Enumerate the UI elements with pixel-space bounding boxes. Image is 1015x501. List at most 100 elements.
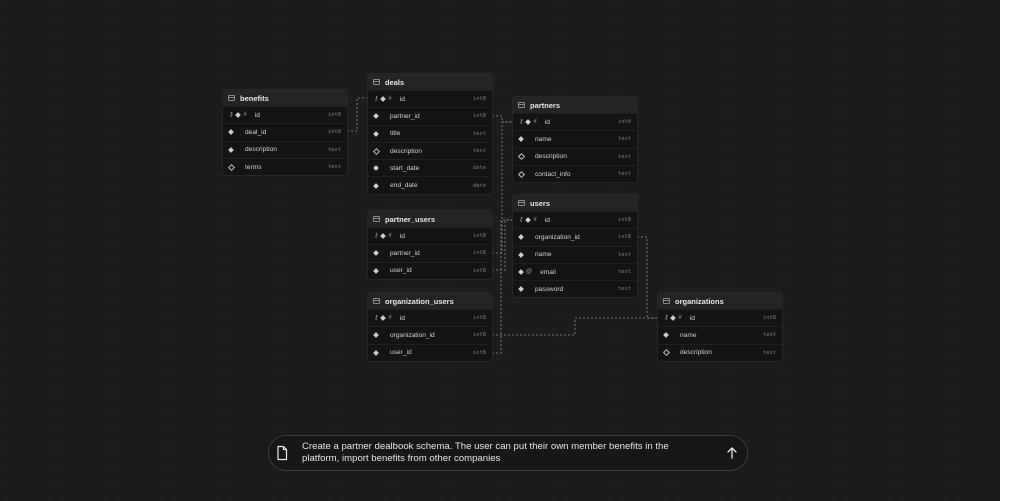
key-icon: ⚷: [229, 112, 234, 119]
column-row[interactable]: user_id int8: [368, 343, 492, 361]
column-row[interactable]: ⚷ # id int8: [513, 113, 637, 130]
non-null-icon: [525, 217, 532, 223]
column-name: id: [399, 314, 405, 322]
table-organization-users[interactable]: organization_users ⚷ # id int8 organization_i…: [367, 292, 493, 362]
column-row[interactable]: title text: [368, 124, 492, 142]
column-row[interactable]: name text: [513, 130, 637, 147]
column-icons: [518, 251, 527, 258]
column-row[interactable]: terms text: [223, 157, 347, 175]
hash-icon: #: [678, 315, 682, 322]
column-row[interactable]: start_date date: [368, 159, 492, 176]
column-row[interactable]: ⚷ # id int8: [368, 90, 492, 107]
column-type: int8: [473, 233, 486, 240]
prompt-text[interactable]: Create a partner dealbook schema. The us…: [302, 441, 723, 466]
column-row[interactable]: organization_id int8: [368, 326, 492, 343]
hash-icon: #: [243, 112, 247, 119]
table-organizations[interactable]: organizations ⚷ # id int8 name text description…: [657, 292, 783, 362]
column-row[interactable]: ⚷ # id int8: [513, 211, 637, 228]
column-icons: [517, 153, 527, 161]
column-row[interactable]: ⚷ # id int8: [368, 227, 492, 244]
column-name: organization_id: [390, 331, 435, 339]
table-partner-users[interactable]: partner_users ⚷ # id int8 partner_id int8 user_…: [367, 210, 493, 280]
column-row[interactable]: contact_info text: [513, 164, 637, 182]
prompt-line-2: platform, import benefits from other com…: [302, 453, 501, 464]
hash-icon: #: [533, 119, 537, 126]
table-title: organization_users: [385, 296, 454, 306]
column-icons: [373, 165, 382, 172]
column-icons: @: [518, 269, 532, 275]
table-header[interactable]: users: [513, 195, 637, 211]
table-partners[interactable]: partners ⚷ # id int8 name text description text c…: [512, 96, 638, 184]
table-header[interactable]: organization_users: [368, 293, 492, 309]
non-null-icon: [380, 233, 387, 239]
column-row[interactable]: ⚷ # id int8: [368, 309, 492, 326]
non-null-icon: [373, 349, 379, 356]
table-header[interactable]: partners: [513, 97, 637, 113]
column-row[interactable]: @ email text: [513, 262, 637, 280]
column-row[interactable]: description text: [658, 343, 782, 361]
column-icons: ⚷ #: [374, 315, 392, 321]
column-row[interactable]: description text: [513, 147, 637, 165]
table-title: users: [530, 198, 551, 208]
relation-users-organizations: [637, 236, 657, 319]
column-row[interactable]: deal_id int8: [223, 123, 347, 140]
non-null-icon: [518, 136, 524, 143]
non-null-icon: [228, 129, 234, 136]
arrow-up-icon[interactable]: [723, 444, 741, 462]
column-name: organization_id: [535, 233, 580, 241]
key-icon: ⚷: [519, 217, 524, 224]
key-icon: ⚷: [374, 315, 379, 322]
column-row[interactable]: partner_id int8: [368, 244, 492, 261]
column-type: text: [618, 286, 631, 293]
prompt-bar[interactable]: Create a partner dealbook schema. The us…: [268, 435, 748, 471]
non-null-icon: [373, 332, 379, 339]
non-null-icon: [518, 234, 524, 241]
schema-canvas[interactable]: benefits ⚷ # id int8 deal_id int8 description te…: [0, 0, 1000, 501]
table-users[interactable]: users ⚷ # id int8 organization_id int8 name text…: [512, 194, 638, 299]
column-name: end_date: [390, 182, 418, 190]
key-icon: ⚷: [519, 119, 524, 126]
key-icon: ⚷: [664, 315, 669, 322]
column-icons: [228, 129, 237, 136]
column-row[interactable]: end_date date: [368, 176, 492, 193]
column-icons: [228, 146, 237, 153]
column-type: date: [473, 182, 486, 189]
table-title: partners: [530, 100, 561, 110]
column-row[interactable]: partner_id int8: [368, 107, 492, 124]
column-name: title: [390, 130, 401, 138]
column-icons: [373, 267, 382, 274]
column-row[interactable]: description text: [368, 141, 492, 159]
nullable-icon: [227, 163, 236, 171]
column-type: date: [473, 165, 486, 172]
relation-partnerusers-partners: [492, 121, 512, 254]
column-name: id: [544, 216, 550, 224]
column-row[interactable]: description text: [223, 140, 347, 158]
table-header[interactable]: benefits: [223, 90, 347, 106]
column-row[interactable]: ⚷ # id int8: [658, 309, 782, 326]
hash-icon: #: [533, 217, 537, 224]
column-type: int8: [473, 332, 486, 339]
table-header[interactable]: partner_users: [368, 211, 492, 227]
column-row[interactable]: name text: [658, 326, 782, 343]
table-icon: [373, 79, 380, 85]
table-benefits[interactable]: benefits ⚷ # id int8 deal_id int8 description te…: [222, 89, 348, 177]
column-icons: ⚷ #: [664, 315, 682, 321]
column-name: terms: [245, 163, 262, 171]
table-header[interactable]: deals: [368, 74, 492, 90]
relationship-lines: [347, 97, 657, 354]
column-row[interactable]: name text: [513, 245, 637, 263]
column-type: int8: [473, 349, 486, 356]
column-row[interactable]: ⚷ # id int8: [223, 106, 347, 123]
nullable-icon: [372, 147, 381, 155]
column-row[interactable]: user_id int8: [368, 261, 492, 279]
table-header[interactable]: organizations: [658, 293, 782, 309]
table-title: deals: [385, 77, 405, 87]
column-row[interactable]: organization_id int8: [513, 228, 637, 245]
column-row[interactable]: password text: [513, 280, 637, 297]
column-type: int8: [473, 96, 486, 103]
column-icons: [373, 130, 382, 137]
file-icon[interactable]: [275, 445, 289, 461]
column-icons: [373, 113, 382, 120]
column-name: partner_id: [390, 249, 420, 257]
table-deals[interactable]: deals ⚷ # id int8 partner_id int8 title text desc…: [367, 73, 493, 195]
